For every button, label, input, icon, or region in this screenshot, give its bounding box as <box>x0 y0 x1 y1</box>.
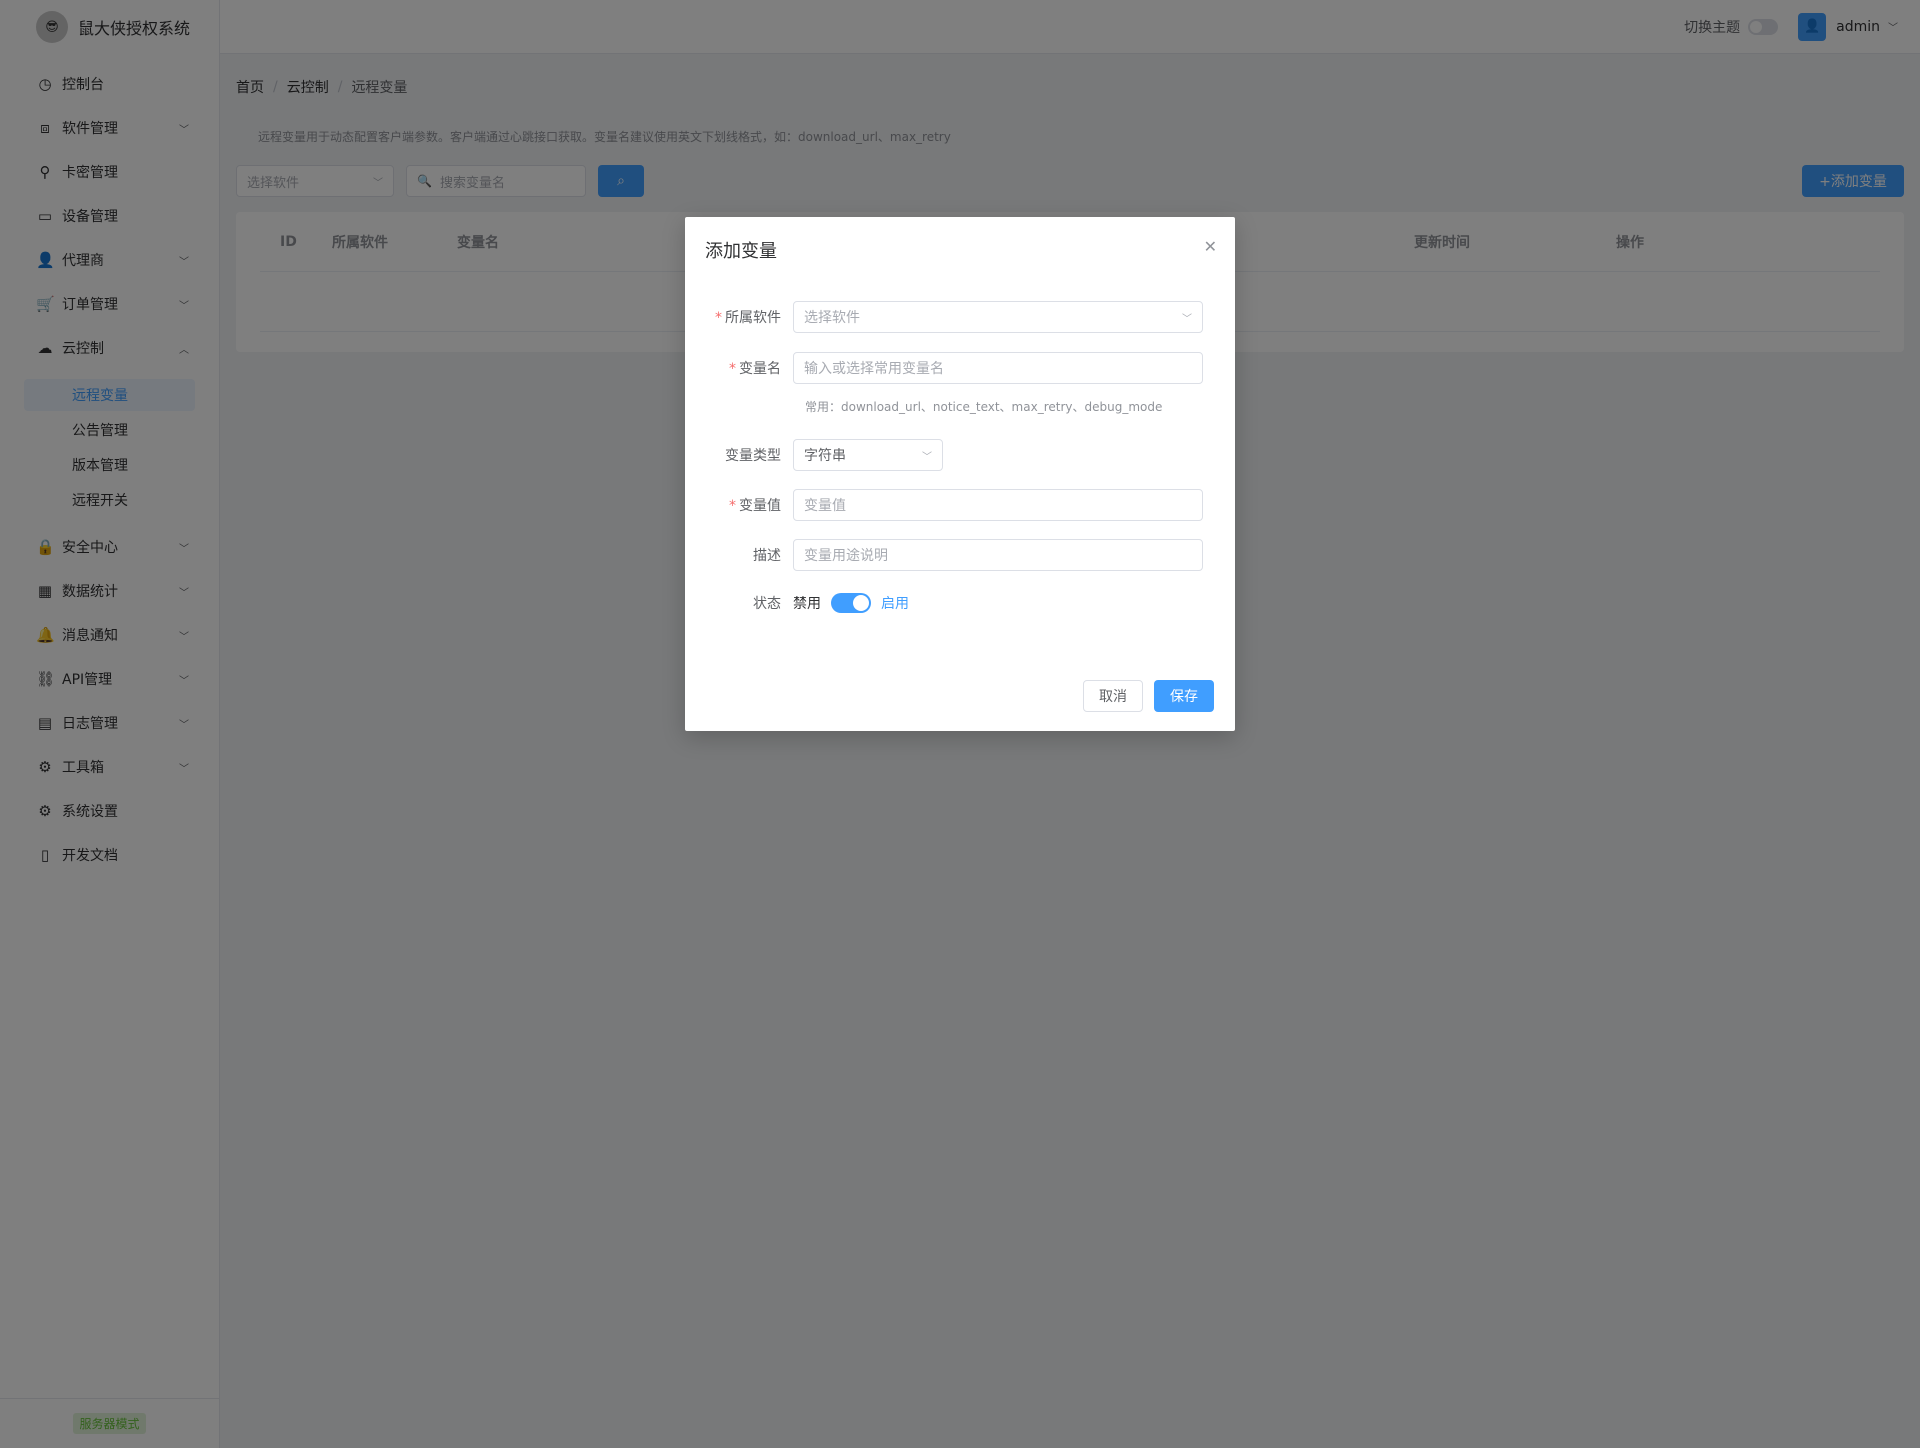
form-row-type: 变量类型 字符串 ﹀ <box>685 439 943 471</box>
variable-type-value: 字符串 <box>804 448 846 464</box>
software-select[interactable]: 选择软件 ﹀ <box>793 301 1203 333</box>
status-off-label: 禁用 <box>793 596 821 612</box>
variable-type-select[interactable]: 字符串 ﹀ <box>793 439 943 471</box>
dialog-title: 添加变量 <box>705 241 777 262</box>
chevron-down-icon: ﹀ <box>1182 313 1192 325</box>
save-button[interactable]: 保存 <box>1154 680 1214 712</box>
status-toggle[interactable] <box>831 593 871 613</box>
cancel-button[interactable]: 取消 <box>1083 680 1143 712</box>
variable-name-input[interactable]: 输入或选择常用变量名 <box>793 352 1203 384</box>
value-label: * 变量值 <box>729 498 781 514</box>
name-label: * 变量名 <box>729 361 781 377</box>
description-placeholder: 变量用途说明 <box>804 548 888 564</box>
type-label: 变量类型 <box>725 448 781 464</box>
variable-value-placeholder: 变量值 <box>804 498 846 514</box>
description-input[interactable]: 变量用途说明 <box>793 539 1203 571</box>
status-label: 状态 <box>753 596 781 612</box>
variable-value-input[interactable]: 变量值 <box>793 489 1203 521</box>
close-icon[interactable]: ✕ <box>1204 237 1217 256</box>
form-row-status: 状态 禁用 启用 <box>685 593 909 613</box>
chevron-down-icon: ﹀ <box>922 451 932 463</box>
add-variable-dialog: 添加变量 ✕ * 所属软件 选择软件 ﹀ * 变量名 输入或选择常用变量名 常用：d… <box>685 217 1235 731</box>
form-row-name: * 变量名 输入或选择常用变量名 <box>685 352 1203 384</box>
software-label: * 所属软件 <box>715 310 781 326</box>
variable-name-placeholder: 输入或选择常用变量名 <box>804 361 944 377</box>
form-row-desc: 描述 变量用途说明 <box>685 539 1203 571</box>
form-row-value: * 变量值 变量值 <box>685 489 1203 521</box>
form-row-software: * 所属软件 选择软件 ﹀ <box>685 301 1203 333</box>
software-select-placeholder: 选择软件 <box>804 310 860 326</box>
status-on-label: 启用 <box>881 596 909 612</box>
variable-name-hint: 常用：download_url、notice_text、max_retry、de… <box>805 400 1163 414</box>
desc-label: 描述 <box>753 548 781 564</box>
